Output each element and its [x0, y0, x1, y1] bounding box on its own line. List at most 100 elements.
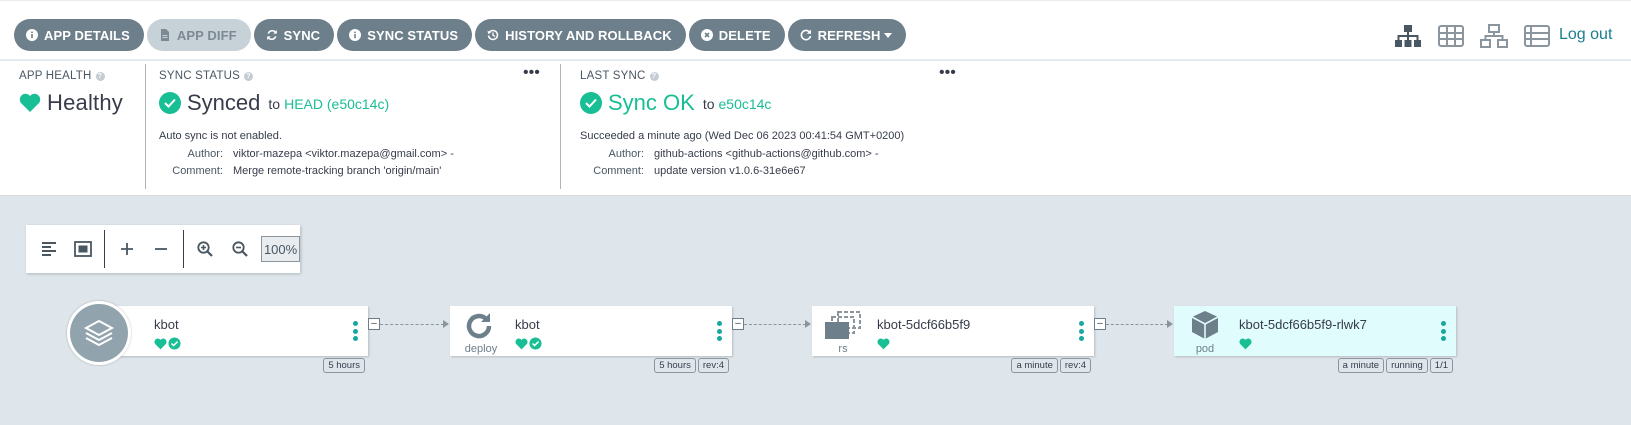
- controls-divider: [104, 230, 106, 268]
- ready-count-tag: 1/1: [1429, 358, 1453, 373]
- node-actions-menu[interactable]: [1440, 321, 1446, 341]
- node-kind: pod: [1195, 343, 1215, 355]
- author-label: Author:: [187, 148, 223, 160]
- pods-view-icon[interactable]: [1436, 23, 1466, 49]
- deployment-icon: [463, 311, 497, 346]
- heart-icon: [154, 337, 167, 355]
- node-status: [1239, 337, 1252, 355]
- collapse-all-icon[interactable]: [149, 236, 174, 262]
- zoom-level-display[interactable]: 100%: [261, 236, 300, 262]
- comment-value: Merge remote-tracking branch 'origin/mai…: [233, 165, 442, 177]
- collapse-toggle[interactable]: –: [1094, 318, 1106, 330]
- node-actions-menu[interactable]: [1078, 321, 1084, 341]
- list-view-icon[interactable]: [1522, 23, 1552, 49]
- edge: [380, 324, 444, 325]
- history-rollback-label: HISTORY AND ROLLBACK: [505, 27, 672, 43]
- check-circle-icon: [580, 92, 602, 114]
- node-tags: a minute rev:4: [1011, 358, 1091, 373]
- app-diff-button[interactable]: APP DIFF: [146, 19, 251, 51]
- last-sync-section: LAST SYNC ? Sync OK to e50c14c Succeeded…: [560, 64, 1120, 189]
- sync-value: Synced to HEAD (e50c14c): [159, 90, 549, 116]
- check-circle-icon: [168, 337, 181, 355]
- last-sync-value: Sync OK to e50c14c: [580, 90, 1100, 116]
- refresh-button[interactable]: REFRESH: [787, 19, 907, 51]
- help-icon[interactable]: ?: [649, 71, 659, 81]
- sync-label: SYNC: [283, 27, 321, 43]
- author-value: github-actions <github-actions@github.co…: [654, 148, 879, 160]
- sync-status-content: SYNC STATUS ? Synced to HEAD (e50c14c) A…: [159, 70, 549, 177]
- pod-node[interactable]: pod kbot-5dcf66b5f9-rlwk7 a minute runni…: [1174, 306, 1456, 373]
- edge: [744, 324, 806, 325]
- edge-arrow: [443, 320, 449, 328]
- collapse-toggle[interactable]: –: [368, 318, 380, 330]
- logout-link[interactable]: Log out: [1559, 26, 1612, 44]
- info-circle-icon: [349, 29, 362, 41]
- sync-to-text: to: [268, 96, 281, 112]
- help-icon[interactable]: ?: [95, 71, 105, 81]
- sync-button[interactable]: SYNC: [253, 19, 335, 51]
- sync-status-title: SYNC STATUS: [159, 70, 241, 82]
- last-sync-status-text: Sync OK: [608, 90, 695, 115]
- application-icon: [67, 301, 131, 365]
- sync-comment-row: Comment: Merge remote-tracking branch 'o…: [159, 165, 549, 177]
- revision-tag: rev:4: [1059, 358, 1091, 373]
- age-tag: 5 hours: [323, 358, 365, 373]
- info-circle-icon: [26, 29, 38, 41]
- status-panel: APP HEALTH ? Healthy SYNC STATUS ? Synce…: [0, 61, 1631, 196]
- replicaset-node[interactable]: rs kbot-5dcf66b5f9 a minute rev:4: [812, 306, 1094, 373]
- node-name: kbot-5dcf66b5f9-rlwk7: [1239, 317, 1367, 332]
- app-details-label: APP DETAILS: [44, 27, 130, 43]
- auto-sync-note: Auto sync is not enabled.: [159, 130, 282, 142]
- comment-label: Comment:: [172, 165, 223, 177]
- application-node[interactable]: kbot 5 hours: [98, 306, 368, 373]
- node-kind: rs: [838, 343, 848, 355]
- last-sync-revision-link[interactable]: e50c14c: [719, 96, 772, 112]
- app-health-heading: APP HEALTH ?: [19, 70, 144, 82]
- network-view-icon[interactable]: [1479, 23, 1509, 49]
- edge-arrow: [1167, 320, 1173, 328]
- sync-status-heading: SYNC STATUS ?: [159, 70, 549, 82]
- sync-more-menu[interactable]: •••: [523, 65, 540, 81]
- sync-status-button[interactable]: SYNC STATUS: [337, 19, 473, 51]
- fit-to-screen-icon[interactable]: [70, 236, 95, 262]
- node-name: kbot: [154, 317, 179, 332]
- sync-revision-link[interactable]: HEAD (e50c14c): [284, 96, 389, 112]
- graph-controls: 100%: [26, 225, 300, 273]
- zoom-out-icon[interactable]: [227, 236, 252, 262]
- node-status: [154, 337, 181, 355]
- help-icon[interactable]: ?: [244, 71, 254, 81]
- layers-icon: [70, 304, 128, 362]
- app-health-section: APP HEALTH ? Healthy: [19, 70, 144, 198]
- node-actions-menu[interactable]: [716, 321, 722, 341]
- last-sync-to-text: to: [702, 96, 715, 112]
- history-rollback-button[interactable]: HISTORY AND ROLLBACK: [475, 19, 686, 51]
- refresh-label: REFRESH: [817, 27, 881, 43]
- check-circle-icon: [529, 337, 542, 355]
- check-circle-icon: [159, 92, 181, 114]
- tree-view-icon[interactable]: [1393, 23, 1423, 49]
- age-tag: a minute: [1011, 358, 1058, 373]
- deployment-node[interactable]: deploy kbot 5 hours rev:4: [450, 306, 732, 373]
- heart-icon: [19, 93, 41, 113]
- age-tag: a minute: [1337, 358, 1385, 373]
- app-details-button[interactable]: APP DETAILS: [14, 19, 144, 51]
- status-tag: running: [1386, 358, 1428, 373]
- align-left-icon[interactable]: [36, 236, 61, 262]
- node-actions-menu[interactable]: [352, 321, 358, 341]
- node-tags: 5 hours: [323, 358, 365, 373]
- last-sync-note: Succeeded a minute ago (Wed Dec 06 2023 …: [580, 130, 905, 142]
- last-sync-more-menu[interactable]: •••: [939, 65, 956, 81]
- zoom-in-icon[interactable]: [193, 236, 218, 262]
- last-sync-content: LAST SYNC ? Sync OK to e50c14c Succeeded…: [580, 70, 1100, 177]
- expand-all-icon[interactable]: [114, 236, 139, 262]
- collapse-toggle[interactable]: –: [732, 318, 744, 330]
- last-sync-heading: LAST SYNC ?: [580, 70, 1100, 82]
- delete-button[interactable]: DELETE: [688, 19, 785, 51]
- sync-status-section: SYNC STATUS ? Synced to HEAD (e50c14c) A…: [145, 64, 560, 189]
- node-name: kbot-5dcf66b5f9: [877, 317, 971, 332]
- resource-tree: kbot 5 hours – deploy kbot 5 hours rev:4…: [0, 295, 1631, 415]
- comment-value: update version v1.0.6-31e6e67: [654, 165, 806, 177]
- app-toolbar: APP DETAILS APP DIFF SYNC SYNC STATUS HI…: [0, 0, 1631, 60]
- last-sync-comment-row: Comment: update version v1.0.6-31e6e67: [580, 165, 1100, 177]
- heart-icon: [515, 337, 528, 355]
